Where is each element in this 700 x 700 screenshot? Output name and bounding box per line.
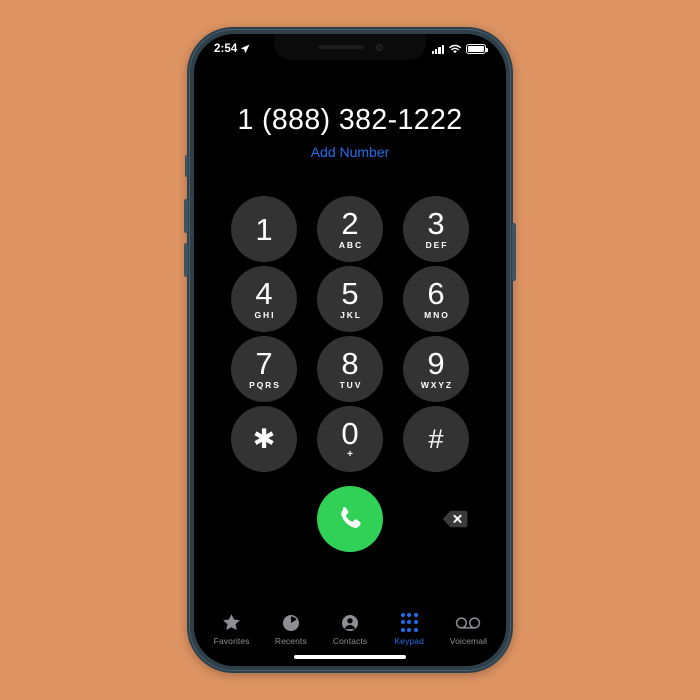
tab-contacts[interactable]: Contacts: [320, 612, 379, 646]
speaker-grille-icon: [317, 45, 364, 49]
clock-icon: [281, 612, 301, 633]
add-number-button[interactable]: Add Number: [311, 144, 390, 160]
home-indicator: [194, 648, 506, 666]
phone-screen: 2:54 1 (888) 382-1222 Add Number 1 2 ABC…: [194, 34, 506, 666]
tab-keypad[interactable]: Keypad: [380, 612, 439, 646]
front-camera-icon: [375, 43, 383, 51]
tab-favorites[interactable]: Favorites: [202, 612, 261, 646]
keypad-key-digit: 2: [341, 206, 359, 242]
keypad-key-letters: MNO: [424, 310, 450, 321]
keypad-key-letters: TUV: [339, 380, 363, 391]
keypad-key-letters: ABC: [338, 240, 363, 251]
keypad-key-digit: 3: [427, 206, 445, 242]
volume-up-button[interactable]: [184, 199, 188, 233]
person-circle-icon: [340, 612, 360, 633]
keypad-key-letters: JKL: [340, 310, 362, 321]
keypad-key-6[interactable]: 6 MNO: [403, 266, 469, 332]
keypad-key-digit: 0: [341, 416, 359, 451]
keypad-key-digit: 4: [255, 276, 273, 312]
phone-device: 2:54 1 (888) 382-1222 Add Number 1 2 ABC…: [184, 27, 516, 673]
keypad-key-plus: +: [347, 449, 353, 460]
location-arrow-icon: [241, 44, 250, 54]
keypad-key-letters: GHI: [254, 310, 276, 321]
keypad-key-pound[interactable]: #: [403, 406, 469, 472]
status-bar-left: 2:54: [214, 43, 250, 55]
wifi-icon: [449, 44, 461, 54]
keypad-key-digit: 9: [427, 346, 445, 382]
status-time: 2:54: [214, 43, 238, 55]
battery-icon: [466, 44, 488, 54]
backspace-button[interactable]: [442, 510, 468, 529]
notch: [274, 34, 426, 60]
status-bar-right: [431, 44, 488, 54]
number-display: 1 (888) 382-1222 Add Number: [194, 64, 506, 162]
tab-voicemail[interactable]: Voicemail: [439, 612, 498, 646]
tab-bar: Favorites Recents Contacts Keypad Voicemail: [194, 606, 506, 648]
keypad-key-star[interactable]: ✱: [231, 406, 297, 472]
mute-switch[interactable]: [185, 155, 188, 177]
keypad-key-digit: 1: [255, 212, 273, 247]
keypad-key-5[interactable]: 5 JKL: [317, 266, 383, 332]
call-row: [194, 486, 506, 552]
power-button[interactable]: [512, 223, 516, 281]
star-icon: [221, 612, 242, 633]
tab-label: Favorites: [213, 636, 250, 646]
tab-label: Contacts: [332, 636, 368, 646]
keypad-key-letters: DEF: [425, 240, 449, 251]
dialed-number: 1 (888) 382-1222: [237, 104, 463, 136]
keypad-key-1[interactable]: 1: [231, 196, 297, 262]
keypad-key-0[interactable]: 0 +: [317, 406, 383, 472]
tab-label: Recents: [274, 636, 307, 646]
keypad-key-9[interactable]: 9 WXYZ: [403, 336, 469, 402]
call-button[interactable]: [317, 486, 383, 552]
tab-label: Keypad: [394, 636, 424, 646]
keypad-key-7[interactable]: 7 PQRS: [231, 336, 297, 402]
signal-bars-icon: [431, 44, 444, 54]
keypad-key-letters: WXYZ: [420, 380, 454, 391]
keypad-key-digit: 5: [341, 276, 359, 312]
keypad-key-digit: 8: [341, 346, 359, 382]
keypad-key-4[interactable]: 4 GHI: [231, 266, 297, 332]
keypad-key-digit: 6: [427, 276, 445, 312]
backspace-delete-icon: [442, 510, 468, 528]
keypad-dots-icon: [400, 612, 418, 633]
status-bar: 2:54: [194, 34, 506, 64]
keypad-key-digit: #: [428, 424, 444, 454]
phone-handset-icon: [341, 507, 361, 528]
keypad-key-3[interactable]: 3 DEF: [403, 196, 469, 262]
volume-down-button[interactable]: [184, 243, 188, 277]
keypad-key-digit: 7: [255, 346, 273, 382]
keypad-key-2[interactable]: 2 ABC: [317, 196, 383, 262]
tab-recents[interactable]: Recents: [261, 612, 320, 646]
keypad: 1 2 ABC 3 DEF 4 GHI 5 JKL 6 MNO 7 PQRS 8 TUV 9 WXYZ ✱ 0 + #: [194, 196, 506, 472]
tab-label: Voicemail: [449, 636, 488, 646]
keypad-key-8[interactable]: 8 TUV: [317, 336, 383, 402]
voicemail-tape-icon: [455, 612, 481, 633]
keypad-key-digit: ✱: [252, 424, 276, 454]
keypad-key-letters: PQRS: [249, 380, 281, 391]
